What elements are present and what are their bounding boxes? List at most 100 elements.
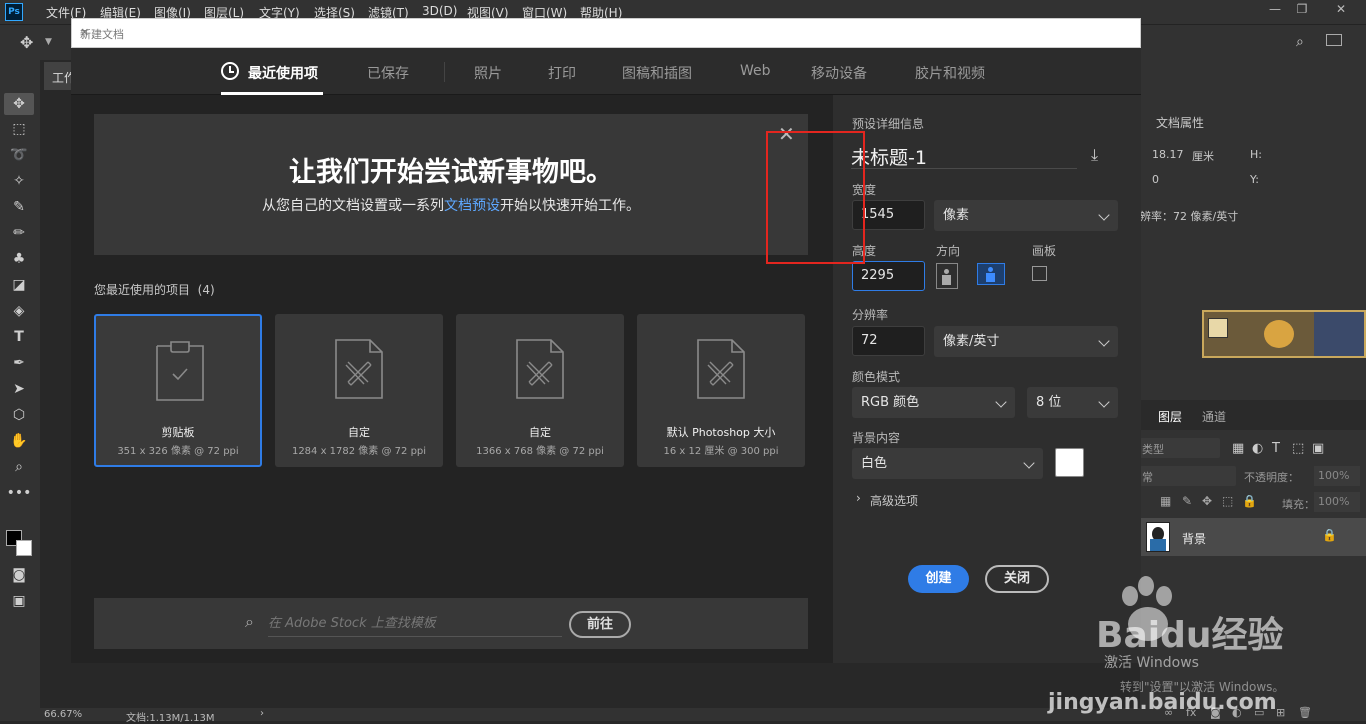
path-select-icon[interactable]: ➤ — [4, 378, 34, 400]
quick-mask-icon[interactable]: ◙ — [4, 564, 34, 586]
recent-card-custom-2[interactable]: 自定 1366 x 768 像素 @ 72 ppi — [456, 314, 624, 467]
magic-wand-icon[interactable]: ✧ — [4, 170, 34, 192]
color-mode-select[interactable]: RGB 颜色 — [852, 387, 1015, 418]
tab-recent[interactable]: 最近使用项 — [248, 63, 318, 83]
eyedropper-icon[interactable]: ✎ — [4, 196, 34, 218]
width-unit-select[interactable]: 像素 — [934, 200, 1118, 231]
document-presets-link[interactable]: 文档预设 — [444, 198, 500, 214]
marquee-tool-icon[interactable]: ⬚ — [4, 118, 34, 140]
artboard-label: 画板 — [1032, 244, 1057, 258]
zoom-tool-icon[interactable]: ⌕ — [4, 456, 34, 478]
menu-3d[interactable]: 3D(D) — [422, 4, 457, 18]
fill-input[interactable]: 100% — [1314, 492, 1360, 512]
bit-depth-select[interactable]: 8 位 — [1027, 387, 1118, 418]
resolution-input[interactable]: 72 — [852, 326, 925, 356]
save-preset-icon[interactable]: ⤓ — [1091, 145, 1098, 165]
move-tool-icon[interactable]: ✥ — [4, 93, 34, 115]
landscape-icon[interactable] — [977, 263, 1005, 285]
close-button[interactable]: 关闭 — [985, 565, 1049, 593]
search-icon[interactable]: ⌕ — [1296, 34, 1304, 50]
thumb-sign — [1208, 318, 1228, 338]
new-document-dialog: 最近使用项 已保存 照片 打印 图稿和插图 Web 移动设备 胶片和视频 让我们… — [71, 48, 1141, 663]
tab-mobile[interactable]: 移动设备 — [811, 63, 867, 83]
blend-mode-select[interactable]: 常 — [1140, 466, 1236, 486]
fill-tool-icon[interactable]: ◈ — [4, 300, 34, 322]
move-tool-icon[interactable]: ✥ — [20, 33, 33, 52]
height-input[interactable]: 2295 — [852, 261, 925, 291]
workspace-icon[interactable] — [1326, 34, 1342, 46]
welcome-banner: 让我们开始尝试新事物吧。 从您自己的文档设置或一系列文档预设开始以快速开始工作。… — [94, 114, 808, 255]
artboard-checkbox[interactable] — [1032, 266, 1047, 281]
card-detail: 1366 x 768 像素 @ 72 ppi — [476, 446, 604, 457]
stamp-tool-icon[interactable]: ♣ — [4, 248, 34, 270]
resolution-label: 分辨率 — [852, 308, 889, 322]
lasso-tool-icon[interactable]: ➰ — [4, 144, 34, 166]
tab-saved[interactable]: 已保存 — [367, 63, 409, 83]
watermark-activate: 激活 Windows — [1104, 655, 1199, 671]
minimize-icon[interactable]: — — [1264, 2, 1286, 18]
card-detail: 1284 x 1782 像素 @ 72 ppi — [291, 446, 427, 457]
lock-transparent-icon[interactable]: ▦ — [1160, 494, 1171, 508]
more-tools-icon[interactable]: ••• — [4, 482, 34, 504]
opacity-input[interactable]: 100% — [1314, 466, 1360, 486]
filter-type-icon[interactable]: T — [1272, 441, 1280, 456]
filter-pixel-icon[interactable]: ▦ — [1232, 441, 1244, 456]
lock-position-icon[interactable]: ✥ — [1202, 494, 1212, 508]
tab-art-illustration[interactable]: 图稿和插图 — [622, 63, 692, 83]
stock-search-input[interactable]: 在 Adobe Stock 上查找模板 — [268, 612, 562, 637]
chevron-down-icon — [995, 396, 1007, 408]
go-button[interactable]: 前往 — [569, 611, 631, 638]
tab-layers[interactable]: 图层 — [1158, 408, 1182, 425]
brush-tool-icon[interactable]: ✏ — [4, 222, 34, 244]
advanced-options[interactable]: 高级选项 — [870, 492, 918, 509]
layer-kind-filter[interactable]: 类型 — [1140, 438, 1220, 458]
tab-channels[interactable]: 通道 — [1202, 408, 1226, 425]
recent-card-custom-1[interactable]: 自定 1284 x 1782 像素 @ 72 ppi — [275, 314, 443, 467]
watermark-activate-sub: 转到"设置"以激活 Windows。 — [1120, 680, 1285, 694]
hand-tool-icon[interactable]: ✋ — [4, 430, 34, 452]
chevron-right-icon[interactable]: › — [260, 708, 264, 719]
background-color-swatch[interactable] — [1055, 448, 1084, 477]
tab-film-video[interactable]: 胶片和视频 — [915, 63, 985, 83]
document-name-input[interactable]: 未标题-1 — [851, 143, 1077, 169]
background-select[interactable]: 白色 — [852, 448, 1043, 479]
height-label: H: — [1250, 148, 1262, 161]
zoom-level[interactable]: 66.67% — [44, 709, 82, 720]
resolution-unit-select[interactable]: 像素/英寸 — [934, 326, 1118, 357]
dialog-close-icon[interactable]: ✕ — [80, 26, 1130, 39]
recent-card-clipboard[interactable]: 剪贴板 351 x 326 像素 @ 72 ppi — [94, 314, 262, 467]
create-button[interactable]: 创建 — [908, 565, 969, 593]
status-bar: 66.67% 文档:1.13M/1.13M › — [40, 708, 1140, 724]
lock-artboard-icon[interactable]: ⬚ — [1222, 494, 1233, 508]
eraser-tool-icon[interactable]: ◪ — [4, 274, 34, 296]
tab-print[interactable]: 打印 — [548, 63, 576, 83]
layer-name: 背景 — [1182, 532, 1207, 546]
portrait-icon[interactable] — [936, 263, 958, 289]
document-ruler-icon — [335, 339, 383, 399]
tab-web[interactable]: Web — [740, 63, 771, 79]
filter-smart-icon[interactable]: ▣ — [1312, 441, 1324, 456]
document-ruler-icon — [697, 339, 745, 399]
filter-adjust-icon[interactable]: ◐ — [1252, 441, 1263, 456]
screen-mode-icon[interactable]: ▣ — [4, 590, 34, 612]
filter-shape-icon[interactable]: ⬚ — [1292, 441, 1304, 456]
lock-pixels-icon[interactable]: ✎ — [1182, 494, 1192, 508]
background-color[interactable] — [16, 540, 32, 556]
layer-row-background[interactable]: 背景 🔒 — [1140, 518, 1366, 556]
orientation-label: 方向 — [936, 244, 961, 258]
opacity-label: 不透明度： — [1244, 471, 1299, 484]
recent-items-label: 您最近使用的项目 (4) — [94, 283, 215, 297]
pen-tool-icon[interactable]: ✒ — [4, 352, 34, 374]
chevron-down-icon[interactable]: ▼ — [45, 37, 52, 47]
chevron-right-icon[interactable]: › — [856, 491, 861, 505]
tab-photo[interactable]: 照片 — [474, 63, 502, 83]
type-tool-icon[interactable]: T — [4, 326, 34, 348]
shape-tool-icon[interactable]: ⬡ — [4, 404, 34, 426]
doc-properties-label: 文档属性 — [1156, 116, 1205, 130]
baidu-watermark: Baidu经验 激活 Windows jingyan.baidu.com 转到"… — [1048, 570, 1366, 720]
restore-icon[interactable]: ❐ — [1291, 2, 1313, 18]
color-mode-label: 颜色模式 — [852, 370, 901, 384]
lock-all-icon[interactable]: 🔒 — [1242, 494, 1257, 508]
recent-card-default[interactable]: 默认 Photoshop 大小 16 x 12 厘米 @ 300 ppi — [637, 314, 805, 467]
window-close-icon[interactable]: ✕ — [1330, 2, 1352, 18]
